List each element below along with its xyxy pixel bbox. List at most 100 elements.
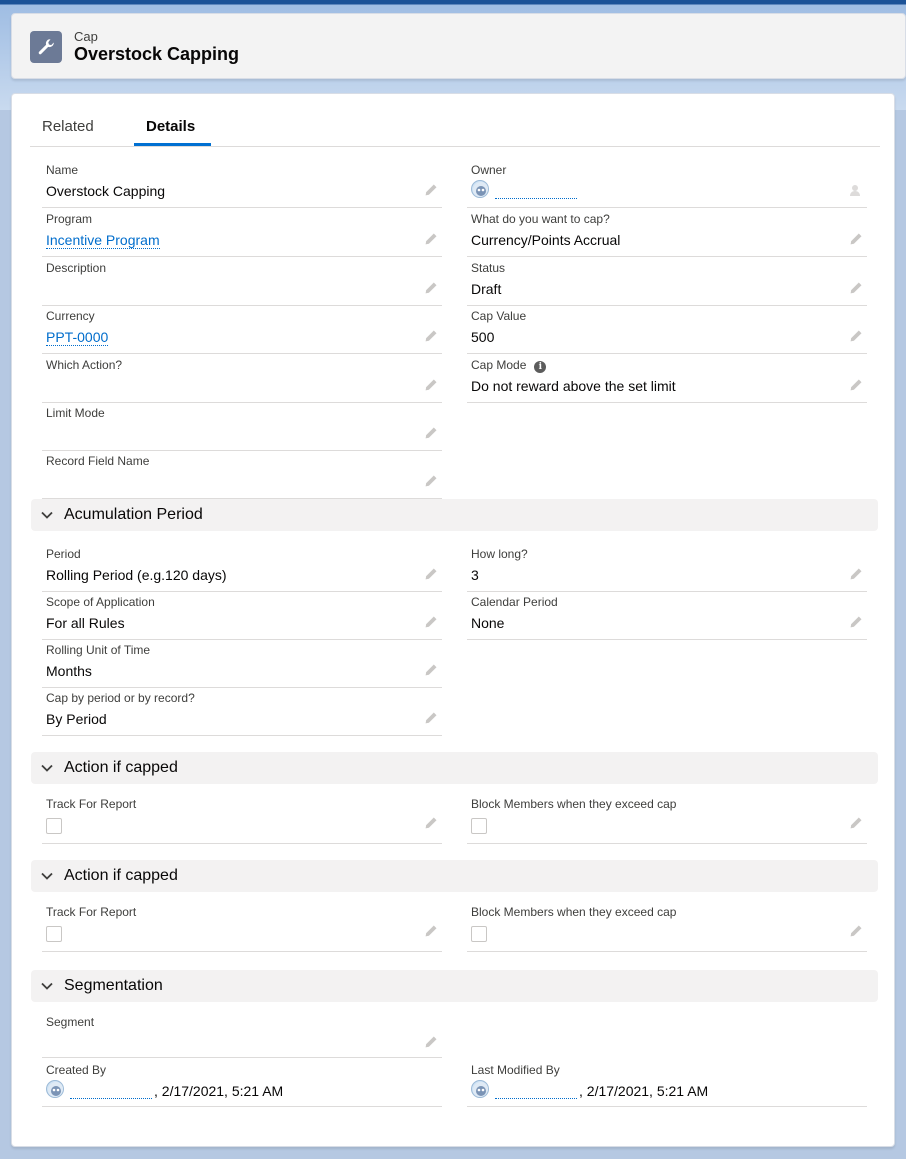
field-label: Cap Mode xyxy=(471,358,527,372)
field-cap-by: Cap by period or by record? By Period xyxy=(42,688,442,736)
field-label: Block Members when they exceed cap xyxy=(471,905,677,919)
field-which-action: Which Action? xyxy=(42,355,442,403)
field-program: Program Incentive Program xyxy=(42,209,442,257)
chevron-down-icon xyxy=(41,872,53,880)
tab-related[interactable]: Related xyxy=(42,118,94,135)
block-members-checkbox[interactable] xyxy=(471,818,487,834)
info-icon[interactable]: i xyxy=(534,361,547,373)
edit-pencil-icon[interactable] xyxy=(424,232,438,246)
edit-pencil-icon[interactable] xyxy=(849,567,863,581)
field-created-by: Created By , 2/17/2021, 5:21 AM xyxy=(42,1060,442,1107)
field-description: Description xyxy=(42,258,442,306)
field-label: Record Field Name xyxy=(46,454,150,468)
section-header-action-if-capped[interactable]: Action if capped xyxy=(31,752,878,784)
field-last-modified-by: Last Modified By , 2/17/2021, 5:21 AM xyxy=(467,1060,867,1107)
edit-pencil-icon[interactable] xyxy=(424,567,438,581)
section-header-segmentation[interactable]: Segmentation xyxy=(31,970,878,1002)
field-label: Limit Mode xyxy=(46,406,105,420)
edit-pencil-icon[interactable] xyxy=(424,615,438,629)
field-value: Do not reward above the set limit xyxy=(471,378,676,394)
user-avatar xyxy=(46,1080,64,1098)
edit-pencil-icon[interactable] xyxy=(424,816,438,830)
field-label: Track For Report xyxy=(46,797,137,811)
section-header-accumulation-period[interactable]: Acumulation Period xyxy=(31,499,878,531)
field-label-wrap: Cap Mode i xyxy=(471,358,547,373)
edit-pencil-icon[interactable] xyxy=(424,281,438,295)
field-label: Status xyxy=(471,261,506,275)
track-for-report-checkbox[interactable] xyxy=(46,926,62,942)
field-value: 500 xyxy=(471,329,495,345)
field-label: Segment xyxy=(46,1015,95,1029)
section-title: Segmentation xyxy=(64,977,163,994)
block-members-checkbox[interactable] xyxy=(471,926,487,942)
edit-pencil-icon[interactable] xyxy=(849,232,863,246)
section-header-action-if-capped-2[interactable]: Action if capped xyxy=(31,860,878,892)
field-label: What do you want to cap? xyxy=(471,212,610,226)
record-header: Cap Overstock Capping xyxy=(11,13,906,79)
field-value: For all Rules xyxy=(46,615,125,631)
tab-bar: Related Details xyxy=(30,94,880,147)
field-value: Currency/Points Accrual xyxy=(471,232,621,248)
field-label: Track For Report xyxy=(46,905,137,919)
field-limit-mode: Limit Mode xyxy=(42,403,442,451)
edit-pencil-icon[interactable] xyxy=(424,1035,438,1049)
section-title: Acumulation Period xyxy=(64,506,203,523)
edit-pencil-icon[interactable] xyxy=(424,663,438,677)
field-value: Rolling Period (e.g.120 days) xyxy=(46,567,227,583)
owner-user-link[interactable] xyxy=(495,184,577,199)
field-record-field-name: Record Field Name xyxy=(42,451,442,499)
field-track-for-report: Track For Report xyxy=(42,794,442,844)
edit-pencil-icon[interactable] xyxy=(849,378,863,392)
field-label: Block Members when they exceed cap xyxy=(471,797,677,811)
edit-pencil-icon[interactable] xyxy=(849,615,863,629)
edit-pencil-icon[interactable] xyxy=(424,378,438,392)
field-label: Which Action? xyxy=(46,358,123,372)
field-label: Calendar Period xyxy=(471,595,558,609)
field-label: Owner xyxy=(471,163,507,177)
track-for-report-checkbox[interactable] xyxy=(46,818,62,834)
edit-pencil-icon[interactable] xyxy=(424,183,438,197)
section-title: Action if capped xyxy=(64,867,178,884)
record-title: Overstock Capping xyxy=(74,44,240,64)
edit-pencil-icon[interactable] xyxy=(424,329,438,343)
field-value: By Period xyxy=(46,711,107,727)
field-label: Last Modified By xyxy=(471,1063,560,1077)
last-modified-user-link[interactable] xyxy=(495,1084,577,1099)
field-label: Period xyxy=(46,547,81,561)
edit-pencil-icon[interactable] xyxy=(849,281,863,295)
object-type-label: Cap xyxy=(74,29,98,44)
created-by-user-link[interactable] xyxy=(70,1084,152,1099)
edit-pencil-icon[interactable] xyxy=(424,474,438,488)
wrench-icon xyxy=(30,31,62,63)
field-label: Currency xyxy=(46,309,95,323)
edit-pencil-icon[interactable] xyxy=(424,711,438,725)
tab-details[interactable]: Details xyxy=(146,118,195,135)
change-owner-icon[interactable] xyxy=(849,183,863,197)
edit-pencil-icon[interactable] xyxy=(424,924,438,938)
field-cap-value: Cap Value 500 xyxy=(467,306,867,354)
active-tab-indicator xyxy=(134,143,211,146)
edit-pencil-icon[interactable] xyxy=(849,816,863,830)
field-currency: Currency PPT-0000 xyxy=(42,306,442,354)
program-link[interactable]: Incentive Program xyxy=(46,232,160,249)
edit-pencil-icon[interactable] xyxy=(849,924,863,938)
field-track-for-report-2: Track For Report xyxy=(42,902,442,952)
chevron-down-icon xyxy=(41,982,53,990)
field-name: Name Overstock Capping xyxy=(42,160,442,208)
field-label: Rolling Unit of Time xyxy=(46,643,151,657)
field-label: How long? xyxy=(471,547,528,561)
field-label: Description xyxy=(46,261,107,275)
field-status: Status Draft xyxy=(467,258,867,306)
field-label: Cap by period or by record? xyxy=(46,691,195,705)
field-value: None xyxy=(471,615,505,631)
created-date: , 2/17/2021, 5:21 AM xyxy=(154,1083,284,1099)
edit-pencil-icon[interactable] xyxy=(424,426,438,440)
field-value: Draft xyxy=(471,281,502,297)
field-cap-mode: Cap Mode i Do not reward above the set li… xyxy=(467,355,867,403)
record-detail-card: Related Details Name Overstock Capping O… xyxy=(11,93,895,1147)
field-label: Name xyxy=(46,163,79,177)
last-modified-date: , 2/17/2021, 5:21 AM xyxy=(579,1083,709,1099)
currency-link[interactable]: PPT-0000 xyxy=(46,329,109,346)
chevron-down-icon xyxy=(41,511,53,519)
edit-pencil-icon[interactable] xyxy=(849,329,863,343)
